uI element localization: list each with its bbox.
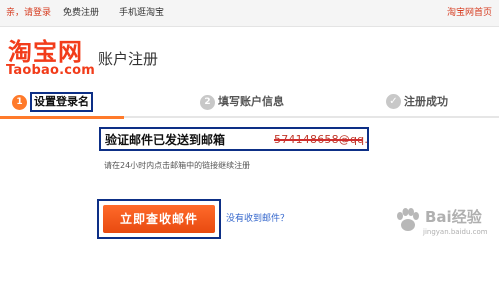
check-mail-button[interactable]: 立即查收邮件	[103, 205, 215, 233]
steps-progress-bar	[0, 116, 124, 119]
notice-text: 验证邮件已发送到邮箱	[105, 133, 226, 147]
login-link[interactable]: 亲，请登录	[6, 8, 51, 18]
step-label-3: 注册成功	[404, 95, 448, 108]
top-bar: 亲，请登录 免费注册 手机逛淘宝 淘宝网首页	[0, 0, 499, 27]
step-set-login-name: 1 设置登录名	[12, 92, 93, 112]
page-title: 账户注册	[98, 50, 159, 68]
check-mail-highlight: 立即查收邮件	[97, 199, 221, 239]
taobao-home-link[interactable]: 淘宝网首页	[447, 0, 492, 26]
mobile-taobao-link[interactable]: 手机逛淘宝	[119, 8, 164, 18]
step-number-1: 1	[12, 95, 27, 110]
step-label-2: 填写账户信息	[218, 95, 284, 108]
no-mail-received-link[interactable]: 没有收到邮件？	[226, 213, 289, 225]
watermark-url: jingyan.baidu.com	[423, 228, 488, 236]
taobao-logo[interactable]: 淘宝网 Taobao.com	[6, 37, 96, 80]
logo-chinese: 淘宝网	[8, 37, 83, 66]
step-number-2: 2	[200, 95, 215, 110]
step-registration-success: ✓ 注册成功	[386, 92, 448, 112]
logo-english: Taobao.com	[6, 63, 96, 78]
paw-icon	[397, 208, 419, 231]
verification-hint: 请在24小时内点击邮箱中的链接继续注册	[104, 161, 251, 170]
step-label-1: 设置登录名	[30, 92, 93, 112]
top-bar-left: 亲，请登录 免费注册 手机逛淘宝	[6, 0, 166, 26]
register-link[interactable]: 免费注册	[63, 8, 99, 18]
email-sent-notice: 验证邮件已发送到邮箱 574148658@qq.com	[99, 127, 369, 151]
step-fill-account-info: 2 填写账户信息	[200, 92, 284, 112]
registration-steps: 1 设置登录名 2 填写账户信息 ✓ 注册成功	[0, 86, 499, 120]
email-redaction-line	[274, 139, 362, 141]
watermark-text: Bai经验	[425, 208, 482, 226]
baidu-jingyan-watermark: Bai经验 jingyan.baidu.com	[395, 206, 495, 242]
check-icon: ✓	[386, 94, 401, 109]
